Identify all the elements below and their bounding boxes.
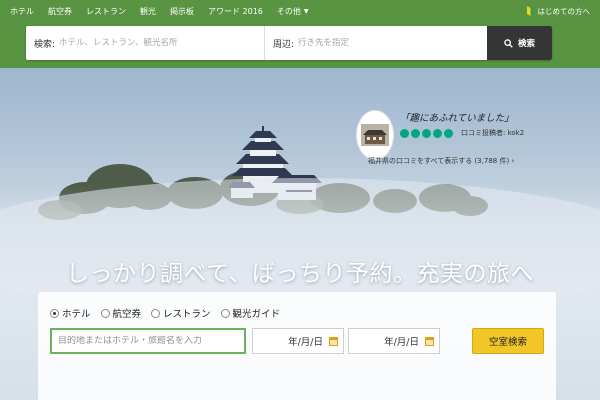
destination-input[interactable] bbox=[58, 336, 238, 346]
beginner-mark-icon bbox=[526, 6, 534, 16]
search-button-label: 検索 bbox=[517, 39, 535, 49]
nav-item-forum[interactable]: 掲示板 bbox=[163, 0, 201, 22]
vacancy-search-label: 空室検索 bbox=[488, 337, 527, 348]
nav-label: 掲示板 bbox=[170, 6, 194, 16]
search-button[interactable]: 検索 bbox=[487, 26, 552, 60]
radio-icon[interactable] bbox=[50, 308, 59, 318]
nav-label: その他 bbox=[276, 6, 301, 16]
featured-review: 「趣にあふれていました」 口コミ投稿者: kok2 福井県の口コミをすべて表示す… bbox=[356, 110, 546, 170]
tab-label: 観光ガイド bbox=[232, 309, 281, 320]
beginner-guide-link[interactable]: はじめての方へ bbox=[526, 0, 591, 22]
destination-field bbox=[50, 328, 246, 354]
rating-bubble-icon bbox=[400, 128, 409, 138]
keyword-field: 検索: bbox=[26, 26, 265, 60]
tab-label: 航空券 bbox=[112, 309, 142, 320]
hero-headline: しっかり調べて、ばっちり予約。充実の旅へ bbox=[66, 261, 534, 287]
keyword-label: 検索: bbox=[34, 39, 56, 50]
calendar-icon[interactable] bbox=[425, 336, 434, 346]
tab-flights[interactable]: 航空券 bbox=[100, 306, 142, 320]
near-label: 周辺: bbox=[273, 39, 295, 50]
checkout-date-field[interactable]: 年/月/日 bbox=[348, 328, 440, 354]
top-nav: ホテル 航空券 レストラン 観光 掲示板 アワード 2016 その他 ▼ はじめて… bbox=[0, 0, 600, 22]
rating-bubble-icon bbox=[444, 128, 453, 138]
search-band: 検索: 周辺: 検索 bbox=[0, 22, 600, 68]
rating-bubble-icon bbox=[411, 128, 420, 138]
tab-restaurants[interactable]: レストラン bbox=[151, 306, 211, 320]
vacancy-search-button[interactable]: 空室検索 bbox=[472, 328, 544, 354]
keyword-input[interactable] bbox=[59, 38, 230, 48]
nav-label: アワード 2016 bbox=[208, 6, 263, 16]
tab-label: レストラン bbox=[163, 309, 211, 320]
nav-item-more[interactable]: その他 ▼ bbox=[270, 0, 316, 22]
tab-hotels[interactable]: ホテル bbox=[50, 306, 91, 320]
checkin-date-text: 年/月/日 bbox=[288, 337, 323, 348]
nav-item-hotels[interactable]: ホテル bbox=[0, 0, 41, 22]
nav-label: ホテル bbox=[10, 6, 34, 16]
rating-bubble-icon bbox=[422, 128, 431, 138]
tab-label: ホテル bbox=[62, 309, 91, 320]
radio-icon[interactable] bbox=[100, 308, 110, 318]
near-input[interactable] bbox=[298, 38, 469, 48]
nav-label: 航空券 bbox=[48, 6, 72, 16]
calendar-icon[interactable] bbox=[329, 336, 338, 346]
booking-tabs: ホテル 航空券 レストラン 観光ガイド bbox=[50, 306, 290, 320]
near-field: 周辺: bbox=[265, 26, 487, 60]
reviewer-name: 口コミ投稿者: kok2 bbox=[461, 129, 525, 137]
radio-icon[interactable] bbox=[151, 308, 161, 318]
review-quote[interactable]: 「趣にあふれていました」 bbox=[400, 110, 514, 124]
castle-thumbnail-icon bbox=[361, 124, 389, 146]
nav-item-restaurants[interactable]: レストラン bbox=[79, 0, 133, 22]
search-icon bbox=[504, 38, 513, 48]
review-photo[interactable] bbox=[356, 110, 394, 160]
radio-icon[interactable] bbox=[220, 308, 230, 318]
rating-bubble-icon bbox=[433, 128, 442, 138]
checkout-date-text: 年/月/日 bbox=[384, 337, 419, 348]
booking-panel: ホテル 航空券 レストラン 観光ガイド 年/月/日 年/月/日 空室検索 bbox=[38, 292, 556, 400]
nav-item-sightseeing[interactable]: 観光 bbox=[133, 0, 163, 22]
beginner-guide-label: はじめての方へ bbox=[537, 6, 591, 16]
all-reviews-link[interactable]: 福井県の口コミをすべて表示する (3,788 件) › bbox=[368, 156, 514, 166]
nav-item-awards[interactable]: アワード 2016 bbox=[201, 0, 270, 22]
checkin-date-field[interactable]: 年/月/日 bbox=[252, 328, 344, 354]
review-rating: 口コミ投稿者: kok2 bbox=[400, 128, 524, 138]
search-box: 検索: 周辺: 検索 bbox=[26, 26, 552, 60]
nav-item-flights[interactable]: 航空券 bbox=[41, 0, 79, 22]
nav-label: 観光 bbox=[140, 6, 156, 16]
chevron-down-icon: ▼ bbox=[303, 7, 309, 15]
nav-label: レストラン bbox=[86, 6, 126, 16]
tab-sightseeing-guide[interactable]: 観光ガイド bbox=[220, 306, 281, 320]
